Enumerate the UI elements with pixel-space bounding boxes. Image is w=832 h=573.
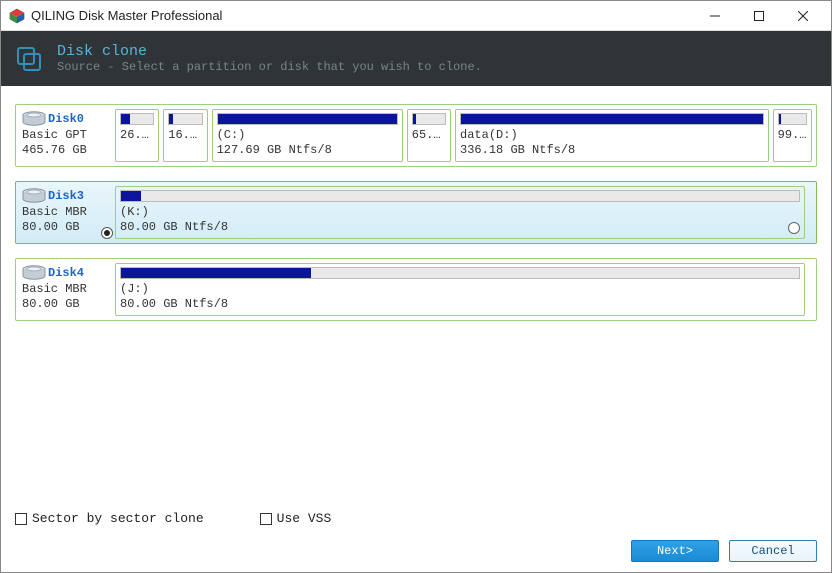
- titlebar: QILING Disk Master Professional: [1, 1, 831, 31]
- partition[interactable]: 99...: [773, 109, 812, 162]
- use-vss-label: Use VSS: [277, 511, 332, 526]
- partition-radio[interactable]: [788, 222, 800, 234]
- disk-row[interactable]: Disk0 Basic GPT465.76 GB 26... 16... (C:)127…: [15, 104, 817, 167]
- usage-fill: [169, 114, 173, 124]
- usage-bar: [460, 113, 764, 125]
- disk-row[interactable]: Disk3 Basic MBR80.00 GB (K:)80.00 GB Ntfs/…: [15, 181, 817, 244]
- partition-detail: 80.00 GB Ntfs/8: [120, 297, 800, 312]
- use-vss-checkbox[interactable]: Use VSS: [260, 511, 332, 526]
- page-header: Disk clone Source - Select a partition o…: [1, 31, 831, 86]
- disk-info: Disk0 Basic GPT465.76 GB: [16, 105, 111, 166]
- partition[interactable]: data(D:)336.18 GB Ntfs/8: [455, 109, 769, 162]
- checkbox-box: [15, 513, 27, 525]
- disk-info: Disk3 Basic MBR80.00 GB: [16, 182, 111, 243]
- partition-detail: 99...: [778, 128, 807, 143]
- partition[interactable]: (K:)80.00 GB Ntfs/8: [115, 186, 805, 239]
- close-button[interactable]: [781, 2, 825, 30]
- hdd-icon: [22, 111, 46, 127]
- usage-fill: [413, 114, 416, 124]
- hdd-icon: [22, 188, 46, 204]
- usage-fill: [121, 191, 141, 201]
- maximize-button[interactable]: [737, 2, 781, 30]
- partition[interactable]: 16...: [163, 109, 207, 162]
- minimize-button[interactable]: [693, 2, 737, 30]
- partition-detail: 336.18 GB Ntfs/8: [460, 143, 764, 158]
- disk-size: 465.76 GB: [22, 143, 105, 157]
- disk-list: Disk0 Basic GPT465.76 GB 26... 16... (C:)127…: [1, 86, 831, 500]
- options-row: Sector by sector clone Use VSS: [15, 511, 331, 526]
- disk-name: Disk4: [48, 266, 84, 280]
- partition-detail: 26...: [120, 128, 154, 143]
- partition[interactable]: (C:)127.69 GB Ntfs/8: [212, 109, 403, 162]
- disk-radio[interactable]: [101, 227, 113, 239]
- usage-bar: [412, 113, 446, 125]
- header-text: Disk clone Source - Select a partition o…: [57, 43, 482, 74]
- disk-size: 80.00 GB: [22, 297, 105, 311]
- partition-detail: 65...: [412, 128, 446, 143]
- cancel-button[interactable]: Cancel: [729, 540, 817, 562]
- partition-row: 26... 16... (C:)127.69 GB Ntfs/8 65... data(…: [111, 105, 816, 166]
- usage-bar: [120, 113, 154, 125]
- usage-fill: [461, 114, 763, 124]
- page-subtitle: Source - Select a partition or disk that…: [57, 60, 482, 74]
- usage-fill: [121, 268, 311, 278]
- disk-row[interactable]: Disk4 Basic MBR80.00 GB (J:)80.00 GB Ntfs/…: [15, 258, 817, 321]
- sector-clone-checkbox[interactable]: Sector by sector clone: [15, 511, 204, 526]
- usage-bar: [120, 267, 800, 279]
- disk-type: Basic MBR: [22, 205, 105, 219]
- hdd-icon: [22, 265, 46, 281]
- partition-label: (C:): [217, 128, 398, 143]
- partition-detail: 127.69 GB Ntfs/8: [217, 143, 398, 158]
- window-controls: [693, 2, 825, 30]
- partition-label: (J:): [120, 282, 800, 297]
- disk-name: Disk0: [48, 112, 84, 126]
- app-icon: [9, 8, 25, 24]
- usage-fill: [218, 114, 397, 124]
- disk-type: Basic MBR: [22, 282, 105, 296]
- partition[interactable]: (J:)80.00 GB Ntfs/8: [115, 263, 805, 316]
- partition-row: (J:)80.00 GB Ntfs/8: [111, 259, 816, 320]
- usage-bar: [120, 190, 800, 202]
- usage-bar: [778, 113, 807, 125]
- footer-buttons: Next> Cancel: [631, 540, 817, 562]
- usage-fill: [779, 114, 781, 124]
- next-button[interactable]: Next>: [631, 540, 719, 562]
- partition-detail: 16...: [168, 128, 202, 143]
- partition-label: (K:): [120, 205, 800, 220]
- partition-label: data(D:): [460, 128, 764, 143]
- partition-row: (K:)80.00 GB Ntfs/8: [111, 182, 816, 243]
- page-title: Disk clone: [57, 43, 482, 60]
- sector-clone-label: Sector by sector clone: [32, 511, 204, 526]
- usage-bar: [217, 113, 398, 125]
- checkbox-box: [260, 513, 272, 525]
- disk-name: Disk3: [48, 189, 84, 203]
- usage-fill: [121, 114, 130, 124]
- partition[interactable]: 65...: [407, 109, 451, 162]
- disk-type: Basic GPT: [22, 128, 105, 142]
- disk-size: 80.00 GB: [22, 220, 105, 234]
- clone-icon: [15, 45, 43, 73]
- disk-info: Disk4 Basic MBR80.00 GB: [16, 259, 111, 320]
- usage-bar: [168, 113, 202, 125]
- partition[interactable]: 26...: [115, 109, 159, 162]
- partition-detail: 80.00 GB Ntfs/8: [120, 220, 800, 235]
- window-title: QILING Disk Master Professional: [31, 8, 693, 23]
